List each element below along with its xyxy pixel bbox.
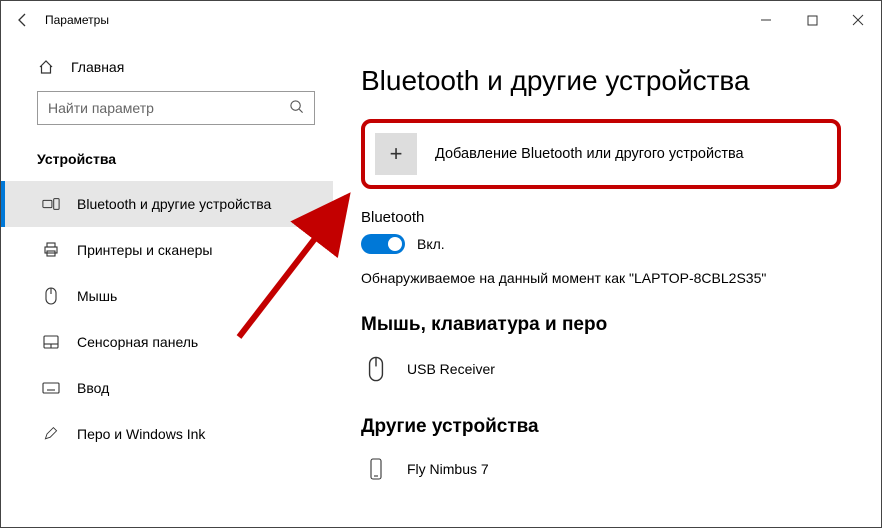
mouse-kb-section-title: Мышь, клавиатура и перо <box>361 314 853 336</box>
sidebar-home-label: Главная <box>71 59 124 75</box>
device-row-usb-receiver[interactable]: USB Receiver <box>361 350 853 388</box>
device-label: Fly Nimbus 7 <box>407 461 489 477</box>
sidebar-item-printers[interactable]: Принтеры и сканеры <box>1 227 333 273</box>
search-icon <box>289 99 304 117</box>
sidebar-item-label: Мышь <box>77 288 117 304</box>
sidebar-item-label: Ввод <box>77 380 109 396</box>
touchpad-icon <box>41 335 61 349</box>
sidebar-item-label: Bluetooth и другие устройства <box>77 196 271 212</box>
plus-icon: + <box>375 133 417 175</box>
sidebar-item-pen[interactable]: Перо и Windows Ink <box>1 411 333 457</box>
window-controls <box>743 1 881 39</box>
sidebar-item-label: Принтеры и сканеры <box>77 242 212 258</box>
add-device-button[interactable]: + Добавление Bluetooth или другого устро… <box>361 119 841 189</box>
sidebar-item-mouse[interactable]: Мышь <box>1 273 333 319</box>
sidebar-item-touchpad[interactable]: Сенсорная панель <box>1 319 333 365</box>
close-button[interactable] <box>835 1 881 39</box>
devices-icon <box>41 197 61 211</box>
bluetooth-section-title: Bluetooth <box>361 209 853 226</box>
search-placeholder: Найти параметр <box>48 100 154 116</box>
sidebar-item-bluetooth[interactable]: Bluetooth и другие устройства <box>1 181 333 227</box>
pen-icon <box>41 426 61 442</box>
sidebar-group-label: Устройства <box>1 129 333 181</box>
titlebar: Параметры <box>1 1 881 39</box>
mouse-icon <box>41 287 61 305</box>
minimize-button[interactable] <box>743 1 789 39</box>
add-device-label: Добавление Bluetooth или другого устройс… <box>435 146 744 162</box>
sidebar-home[interactable]: Главная <box>1 49 333 85</box>
back-button[interactable] <box>9 6 37 34</box>
sidebar-item-typing[interactable]: Ввод <box>1 365 333 411</box>
bluetooth-toggle[interactable] <box>361 234 405 254</box>
device-label: USB Receiver <box>407 361 495 377</box>
bluetooth-toggle-label: Вкл. <box>417 236 445 252</box>
window-title: Параметры <box>45 13 109 27</box>
home-icon <box>37 59 55 75</box>
phone-icon <box>363 458 389 480</box>
device-row-fly-nimbus[interactable]: Fly Nimbus 7 <box>361 452 853 486</box>
main-panel: Bluetooth и другие устройства + Добавлен… <box>333 39 881 529</box>
sidebar-item-label: Перо и Windows Ink <box>77 426 205 442</box>
mouse-icon <box>363 356 389 382</box>
sidebar-item-label: Сенсорная панель <box>77 334 198 350</box>
search-input[interactable]: Найти параметр <box>37 91 315 125</box>
other-devices-section-title: Другие устройства <box>361 416 853 438</box>
keyboard-icon <box>41 382 61 394</box>
sidebar: Главная Найти параметр Устройства Blueto… <box>1 39 333 529</box>
discoverable-text: Обнаруживаемое на данный момент как "LAP… <box>361 270 853 286</box>
maximize-button[interactable] <box>789 1 835 39</box>
printer-icon <box>41 242 61 258</box>
page-title: Bluetooth и другие устройства <box>361 65 853 97</box>
